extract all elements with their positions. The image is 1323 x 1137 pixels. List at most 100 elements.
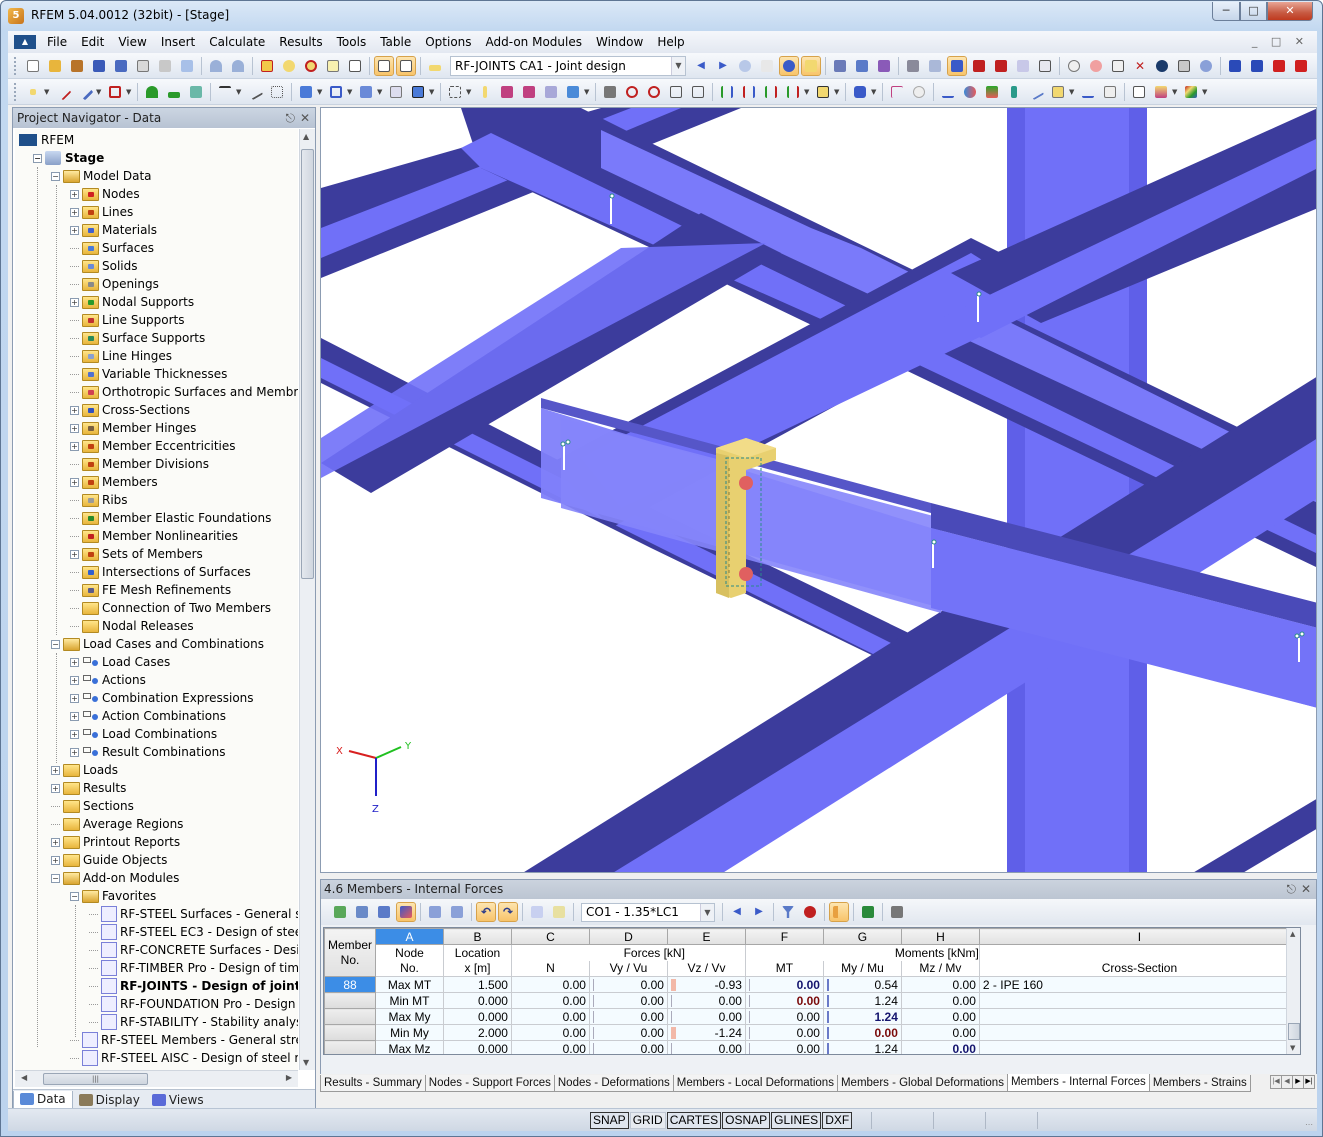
expand-icon[interactable]: + bbox=[70, 711, 79, 721]
sheet-tab-nodes-support-forces[interactable]: Nodes - Support Forces bbox=[424, 1075, 555, 1092]
view-iso-icon[interactable] bbox=[947, 55, 967, 76]
table-grid-icon[interactable] bbox=[528, 903, 546, 921]
table-export-icon[interactable] bbox=[375, 903, 393, 921]
my-cell[interactable]: 0.54 bbox=[822, 976, 902, 993]
expand-icon[interactable]: + bbox=[51, 837, 60, 847]
member-no-cell[interactable]: 88 bbox=[324, 976, 377, 993]
mdi-window-controls[interactable]: _ □ ✕ bbox=[1252, 35, 1309, 48]
export-icon[interactable] bbox=[1226, 57, 1244, 75]
vy-cell[interactable]: 0.00 bbox=[588, 1040, 668, 1054]
mt-cell[interactable]: 0.00 bbox=[744, 1008, 824, 1025]
open-file-icon[interactable] bbox=[46, 57, 64, 75]
menu-results[interactable]: Results bbox=[272, 35, 329, 49]
load-combination-select[interactable]: CO1 - 1.35*LC1 ▼ bbox=[581, 902, 715, 922]
results-table2-icon[interactable] bbox=[875, 57, 893, 75]
my-cell[interactable]: 1.24 bbox=[822, 992, 902, 1009]
node-cell[interactable]: Min My bbox=[375, 1024, 444, 1041]
status-toggle-glines[interactable]: GLINES bbox=[771, 1112, 822, 1129]
column-i-header[interactable]: I bbox=[978, 928, 1300, 945]
scroll-thumb[interactable] bbox=[301, 149, 314, 579]
view-z-axis-icon[interactable] bbox=[762, 83, 780, 101]
tree-item[interactable]: + Actions bbox=[70, 671, 146, 689]
navigator-vertical-scrollbar[interactable]: ▲ ▼ bbox=[299, 129, 315, 1070]
clipboard-icon[interactable] bbox=[134, 57, 152, 75]
sheet-tab-members-strains[interactable]: Members - Strains bbox=[1148, 1075, 1251, 1092]
mt-cell[interactable]: 0.00 bbox=[744, 1040, 824, 1054]
tree-root[interactable]: RFEM bbox=[19, 131, 74, 149]
toolbar-grip[interactable] bbox=[14, 82, 18, 101]
grid-points-icon[interactable] bbox=[926, 57, 944, 75]
nodal-support-icon[interactable] bbox=[143, 83, 161, 101]
show-result-numbers-icon[interactable] bbox=[801, 55, 821, 76]
status-toggle-dxf[interactable]: DXF bbox=[822, 1112, 853, 1129]
chevron-down-icon[interactable]: ▼ bbox=[429, 88, 435, 96]
menu-options[interactable]: Options bbox=[418, 35, 478, 49]
location-cell[interactable]: 1.500 bbox=[443, 976, 512, 993]
chevron-down-icon[interactable]: ▼ bbox=[347, 88, 353, 96]
member-diagram-icon[interactable] bbox=[888, 83, 906, 101]
cross-section-cell[interactable] bbox=[978, 1040, 1300, 1054]
sheet-tab-members-global-deformations[interactable]: Members - Global Deformations bbox=[836, 1075, 1008, 1092]
tree-item[interactable]: Member Elastic Foundations bbox=[70, 509, 271, 527]
steel-beam[interactable] bbox=[1191, 798, 1317, 873]
table-row[interactable]: Min MT 0.000 0.00 0.00 0.00 0.00 1.24 0.00 bbox=[324, 992, 1300, 1009]
redo-icon[interactable] bbox=[229, 57, 247, 75]
n-cell[interactable]: 0.00 bbox=[510, 1024, 590, 1041]
color-scale-icon[interactable] bbox=[1152, 83, 1170, 101]
tab-display[interactable]: Display bbox=[73, 1091, 146, 1109]
n-cell[interactable]: 0.00 bbox=[510, 976, 590, 993]
tree-item[interactable]: Member Divisions bbox=[70, 455, 209, 473]
expand-icon[interactable]: + bbox=[70, 675, 79, 685]
collapse-icon[interactable]: − bbox=[33, 153, 42, 163]
toolbar-grip[interactable] bbox=[14, 56, 18, 75]
menu-window[interactable]: Window bbox=[589, 35, 650, 49]
sheet-tab-nodes-deformations[interactable]: Nodes - Deformations bbox=[553, 1075, 674, 1092]
view-neg-x-icon[interactable] bbox=[784, 83, 802, 101]
last-sheet-icon[interactable]: ▶| bbox=[1303, 1075, 1315, 1089]
result-section-icon[interactable] bbox=[1027, 83, 1045, 101]
scroll-up-icon[interactable]: ▲ bbox=[1290, 930, 1295, 938]
tree-item[interactable]: + Loads bbox=[51, 761, 118, 779]
tree-item[interactable]: Openings bbox=[70, 275, 159, 293]
expand-icon[interactable]: + bbox=[70, 549, 79, 559]
mz-cell[interactable]: 0.00 bbox=[900, 1040, 980, 1054]
render-icon[interactable] bbox=[851, 83, 869, 101]
scroll-up-icon[interactable]: ▲ bbox=[303, 132, 309, 141]
tree-item[interactable]: Member Nonlinearities bbox=[70, 527, 238, 545]
tree-item[interactable]: Variable Thicknesses bbox=[70, 365, 227, 383]
result-panels-icon[interactable] bbox=[1049, 83, 1067, 101]
sheet-tab-members-internal-forces[interactable]: Members - Internal Forces bbox=[1006, 1074, 1150, 1092]
delete-intersection-icon[interactable]: ✕ bbox=[1131, 57, 1149, 75]
expand-icon[interactable]: + bbox=[70, 297, 79, 307]
chevron-down-icon[interactable]: ▼ bbox=[804, 88, 810, 96]
menu-view[interactable]: View bbox=[111, 35, 153, 49]
table-row[interactable]: Min My 2.000 0.00 0.00 -1.24 0.00 0.00 0.00 bbox=[324, 1024, 1300, 1041]
new-member-icon[interactable] bbox=[76, 83, 94, 101]
import-icon[interactable] bbox=[1248, 57, 1266, 75]
tree-project[interactable]: − Stage bbox=[33, 149, 104, 167]
close-button[interactable]: ✕ bbox=[1267, 2, 1313, 21]
tree-item[interactable]: − Add-on Modules bbox=[51, 869, 179, 887]
info-icon[interactable] bbox=[1153, 57, 1171, 75]
title-bar[interactable]: 5 RFEM 5.04.0012 (32bit) - [Stage] ─ □ ✕ bbox=[1, 1, 1322, 31]
calculate-icon[interactable] bbox=[1175, 57, 1193, 75]
rotate-icon[interactable] bbox=[1087, 57, 1105, 75]
member-no-cell[interactable] bbox=[324, 1040, 377, 1054]
chevron-down-icon[interactable]: ▼ bbox=[671, 56, 685, 75]
close-icon[interactable]: ✕ bbox=[300, 108, 310, 128]
scroll-down-icon[interactable]: ▼ bbox=[303, 1058, 309, 1067]
tree-item[interactable]: Line Hinges bbox=[70, 347, 172, 365]
next-icon[interactable]: ▶ bbox=[750, 903, 768, 921]
results-table-icon[interactable] bbox=[853, 57, 871, 75]
table-insert-row-icon[interactable] bbox=[353, 903, 371, 921]
column-h-header[interactable]: H bbox=[900, 928, 980, 945]
n-cell[interactable]: 0.00 bbox=[510, 1040, 590, 1054]
minimize-button[interactable]: ─ bbox=[1212, 2, 1240, 21]
result-beam-icon[interactable] bbox=[939, 83, 957, 101]
column-a-header[interactable]: A bbox=[375, 928, 444, 945]
status-toggle-cartes[interactable]: CARTES bbox=[666, 1112, 722, 1129]
new-file-icon[interactable] bbox=[24, 57, 42, 75]
status-toggle-osnap[interactable]: OSNAP bbox=[722, 1112, 771, 1129]
result-label-icon[interactable] bbox=[910, 83, 928, 101]
tree-item[interactable]: RF-FOUNDATION Pro - Design of f bbox=[89, 995, 298, 1013]
